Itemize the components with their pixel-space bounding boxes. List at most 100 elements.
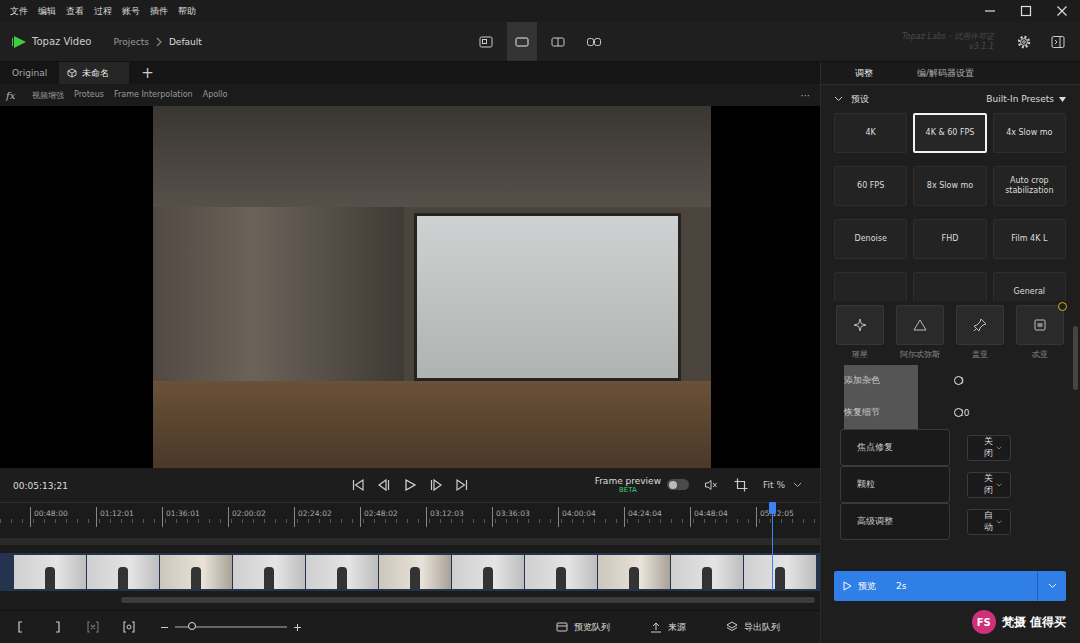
view-mode-button[interactable] xyxy=(543,22,573,61)
preview-label: 预览 xyxy=(858,580,876,593)
panel-scrollbar-thumb[interactable] xyxy=(1073,326,1078,390)
menu-item[interactable]: 插件 xyxy=(150,5,168,18)
menu-item[interactable]: 编辑 xyxy=(38,5,56,18)
next-frame-button[interactable] xyxy=(429,478,443,492)
mute-button[interactable] xyxy=(703,477,719,493)
toggle-panel-button[interactable] xyxy=(1048,32,1068,52)
view-mode-button[interactable] xyxy=(579,22,609,61)
menu-item[interactable]: 文件 xyxy=(10,5,28,18)
slider-knob[interactable] xyxy=(954,408,963,417)
caret-down-icon xyxy=(1059,97,1066,102)
thumbnail xyxy=(744,555,816,589)
pipeline-item[interactable]: Apollo xyxy=(203,90,228,101)
clear-marks-icon xyxy=(87,621,99,633)
queue-button[interactable]: 预览队列 xyxy=(556,621,610,634)
pipeline-item[interactable]: Proteus xyxy=(74,90,104,101)
view-mode-button[interactable] xyxy=(507,22,537,61)
setting-dropdown[interactable]: 自动 xyxy=(967,509,1011,535)
model-label: 忒亚 xyxy=(1032,350,1048,360)
mark-out-button[interactable] xyxy=(50,620,64,634)
pipeline-item[interactable]: 视频增强 xyxy=(32,90,64,101)
preset-source-dropdown[interactable]: Built-In Presets xyxy=(986,94,1066,104)
breadcrumb-item[interactable]: Default xyxy=(169,37,202,47)
chevron-right-icon xyxy=(155,37,163,47)
add-tab-button[interactable]: + xyxy=(129,62,166,84)
panel-tab[interactable]: 调整 xyxy=(855,67,873,80)
preset-card[interactable]: Auto crop stabilization xyxy=(993,166,1066,206)
model-option[interactable]: 阿尔忒弥斯 xyxy=(894,305,946,365)
menu-item[interactable]: 账号 xyxy=(122,5,140,18)
time-tick: 04:48:04 xyxy=(690,507,756,527)
thumbnail-strip[interactable] xyxy=(0,553,820,591)
model-option[interactable]: 璀星 xyxy=(834,305,886,365)
preview-options-button[interactable] xyxy=(1037,571,1066,601)
setting-dropdown[interactable]: 关闭 xyxy=(967,472,1011,498)
toggle-knob xyxy=(669,481,677,489)
zoom-dropdown[interactable]: Fit % xyxy=(763,480,802,490)
thumbnail xyxy=(379,555,451,589)
preset-card[interactable]: 4K & 60 FPS xyxy=(913,113,986,153)
speaker-muted-icon xyxy=(704,478,718,492)
preview-button[interactable]: 预览2s xyxy=(834,571,1066,601)
preset-card[interactable]: General xyxy=(993,272,1066,301)
preset-card[interactable]: 4x Slow mo xyxy=(993,113,1066,153)
preset-card[interactable]: 4K xyxy=(834,113,907,153)
preset-card[interactable]: FHD xyxy=(913,219,986,259)
preset-card[interactable]: Film 4K L xyxy=(993,219,1066,259)
preset-card[interactable] xyxy=(913,272,986,301)
menu-item[interactable]: 过程 xyxy=(94,5,112,18)
zoom-slider-knob[interactable] xyxy=(188,622,196,630)
playhead[interactable] xyxy=(772,502,773,590)
play-button[interactable] xyxy=(403,478,417,492)
top-bar: Topaz VideoProjectsDefaultTopaz Labs - 试… xyxy=(0,22,1080,62)
go-to-start-button[interactable] xyxy=(351,478,365,492)
time-tick: 03:12:03 xyxy=(426,507,492,527)
preset-card[interactable]: 60 FPS xyxy=(834,166,907,206)
setting-label: 添加杂色 xyxy=(844,375,948,387)
timeline[interactable]: 00:48:0001:12:0101:36:0102:00:0202:24:02… xyxy=(0,502,820,590)
maximize-button[interactable] xyxy=(1008,0,1044,22)
settings-button[interactable] xyxy=(1014,32,1034,52)
scrollbar-thumb[interactable] xyxy=(121,597,815,603)
minimize-button[interactable] xyxy=(972,0,1008,22)
preset-card[interactable]: Denoise xyxy=(834,219,907,259)
project-tab[interactable]: 未命名 xyxy=(59,62,129,84)
menu-item[interactable]: 帮助 xyxy=(178,5,196,18)
mark-in-button[interactable] xyxy=(14,620,28,634)
queue-button[interactable]: 导出队列 xyxy=(726,621,780,634)
breadcrumb-item[interactable]: Projects xyxy=(113,37,148,47)
queue-button[interactable]: 来源 xyxy=(650,621,686,634)
tick-label: 01:36:01 xyxy=(166,509,200,518)
more-button[interactable]: ··· xyxy=(800,90,810,101)
chevron-down-icon xyxy=(793,482,802,488)
clear-marks-button[interactable] xyxy=(86,620,100,634)
presets-toggle[interactable]: 预设 xyxy=(834,93,869,106)
previous-frame-button[interactable] xyxy=(377,478,391,492)
project-tab[interactable]: Original xyxy=(0,62,59,84)
menu-item[interactable]: 查看 xyxy=(66,5,84,18)
go-to-end-button[interactable] xyxy=(455,478,469,492)
tab-bar: Original未命名+ xyxy=(0,62,820,84)
time-tick: 00:48:00 xyxy=(30,507,96,527)
watermark-text: 梵摄 值得买 xyxy=(1002,614,1066,631)
close-button[interactable] xyxy=(1044,0,1080,22)
zoom-fit-button[interactable] xyxy=(122,620,136,634)
view-mode-button[interactable] xyxy=(471,22,501,61)
crop-button[interactable] xyxy=(733,477,749,493)
zoom-out-icon[interactable] xyxy=(160,623,169,632)
preset-card[interactable]: 8x Slow mo xyxy=(913,166,986,206)
slider-knob[interactable] xyxy=(954,376,963,385)
time-ruler[interactable]: 00:48:0001:12:0101:36:0102:00:0202:24:02… xyxy=(0,502,820,529)
zoom-in-icon[interactable] xyxy=(293,623,302,632)
model-option[interactable]: 忒亚 xyxy=(1014,305,1066,365)
zoom-slider[interactable] xyxy=(175,626,287,628)
panel-tab[interactable]: 编/解码器设置 xyxy=(917,67,974,80)
pipeline-item[interactable]: Frame Interpolation xyxy=(114,90,193,101)
frame-preview-toggle[interactable] xyxy=(667,479,689,490)
setting-dropdown[interactable]: 关闭 xyxy=(967,435,1011,461)
effects-icon[interactable]: fx xyxy=(6,90,18,101)
model-option[interactable]: 盖亚 xyxy=(954,305,1006,365)
setting-row: 添加杂色0 xyxy=(844,365,918,397)
split-view-icon xyxy=(587,36,601,48)
preset-card[interactable] xyxy=(834,272,907,301)
